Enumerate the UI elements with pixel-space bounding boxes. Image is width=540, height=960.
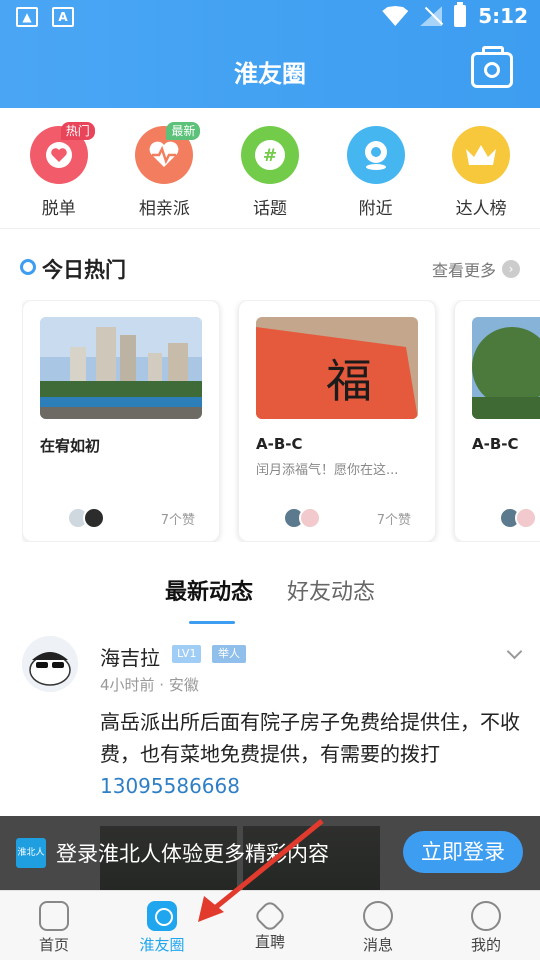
chevron-right-icon: ›: [502, 260, 520, 278]
category-topics[interactable]: # 话题: [220, 120, 320, 220]
svg-text:福: 福: [326, 354, 372, 408]
card-likes: 7个赞: [376, 513, 411, 528]
wifi-icon: [382, 6, 409, 26]
hashtag-icon: #: [240, 126, 299, 184]
hot-cards-carousel[interactable]: 在宥如初 7个赞 福 A-B-C 闰月添福气！愿你在这... 7个赞 A-B-C: [22, 300, 540, 542]
app-logo: 淮北人: [16, 838, 46, 868]
liker-avatars: [283, 507, 321, 529]
handshake-icon: [253, 899, 287, 933]
category-single[interactable]: 热门 脱单: [9, 120, 109, 220]
avatar[interactable]: [22, 636, 78, 692]
category-row: 热门 脱单 最新 相亲派 # 话题 附近 达人榜: [0, 120, 540, 220]
no-signal-icon: [420, 6, 442, 26]
post-body: 高岳派出所后面有院子房子免费给提供住，不收费，也有菜地免费提供，有需要的拨打: [100, 710, 520, 766]
page-title: 淮友圈: [234, 60, 306, 88]
new-badge: 最新: [166, 122, 201, 140]
level-badge: LV1: [172, 645, 202, 663]
nav-home[interactable]: 首页: [0, 891, 108, 960]
app-screen: ▲ A 5:12 淮友圈 热门 脱单 最新 相亲派 # 话题 附近 达人榜 今日…: [0, 0, 540, 960]
category-label: 相亲派: [138, 199, 190, 219]
circle-icon: [147, 901, 177, 931]
nav-label: 淮友圈: [139, 936, 185, 954]
category-label: 达人榜: [455, 199, 507, 219]
login-banner: 淮北人 登录淮北人体验更多精彩内容 立即登录: [0, 816, 540, 890]
hot-card[interactable]: A-B-C: [454, 300, 540, 542]
hot-card[interactable]: 福 A-B-C 闰月添福气！愿你在这... 7个赞: [238, 300, 436, 542]
liker-avatars: [499, 507, 537, 529]
card-likes: 7个赞: [160, 513, 195, 528]
chevron-down-icon[interactable]: [506, 643, 523, 660]
nav-messages[interactable]: 消息: [324, 891, 432, 960]
divider: [0, 228, 540, 229]
card-image: 福: [256, 317, 418, 419]
nav-label: 首页: [38, 936, 69, 954]
card-desc: 闰月添福气！愿你在这...: [256, 463, 399, 478]
status-time: 5:12: [478, 4, 528, 28]
card-image: [40, 317, 202, 419]
status-bar: ▲ A 5:12: [0, 0, 540, 36]
category-nearby[interactable]: 附近: [326, 120, 426, 220]
gallery-notification-icon: ▲: [16, 7, 38, 27]
location-icon: [346, 126, 405, 184]
crown-icon: [452, 126, 511, 184]
card-title: A-B-C: [256, 435, 303, 453]
avatar: [515, 507, 537, 529]
nav-mine[interactable]: 我的: [432, 891, 540, 960]
avatar: [299, 507, 321, 529]
post-author-name[interactable]: 海吉拉: [100, 642, 160, 671]
hot-card[interactable]: 在宥如初 7个赞: [22, 300, 220, 542]
category-label: 话题: [252, 199, 287, 219]
section-dot-icon: [20, 259, 36, 275]
nav-label: 直聘: [254, 933, 285, 951]
hot-section-title: 今日热门: [42, 258, 126, 282]
nav-label: 我的: [470, 936, 501, 954]
svg-text:#: #: [263, 146, 277, 166]
card-title: 在宥如初: [40, 437, 101, 455]
category-ranking[interactable]: 达人榜: [431, 120, 531, 220]
hot-badge: 热门: [60, 122, 95, 140]
bottom-nav: 首页 淮友圈 直聘 消息 我的: [0, 890, 540, 960]
see-more-link[interactable]: 查看更多 ›: [432, 257, 520, 281]
liker-avatars: [67, 507, 105, 529]
nav-label: 消息: [362, 936, 393, 954]
category-label: 附近: [358, 199, 393, 219]
tab-latest[interactable]: 最新动态: [165, 574, 253, 624]
camera-icon[interactable]: [471, 46, 513, 88]
card-title: A-B-C: [472, 435, 519, 453]
login-button[interactable]: 立即登录: [403, 831, 523, 873]
header: ▲ A 5:12 淮友圈: [0, 0, 540, 108]
login-banner-text: 登录淮北人体验更多精彩内容: [56, 842, 329, 866]
nav-circle[interactable]: 淮友圈: [108, 891, 216, 960]
feed-tabs: 最新动态 好友动态: [0, 574, 540, 624]
post-meta: 4小时前 · 安徽: [100, 676, 199, 694]
card-image: [472, 317, 540, 419]
see-more-label: 查看更多: [431, 261, 496, 280]
role-badge: 举人: [212, 645, 246, 663]
tab-friends[interactable]: 好友动态: [287, 574, 375, 614]
category-matchmaking[interactable]: 最新 相亲派: [114, 120, 214, 220]
avatar: [83, 507, 105, 529]
category-label: 脱单: [41, 199, 76, 219]
profile-icon: [471, 901, 501, 931]
message-icon: [363, 901, 393, 931]
nav-jobs[interactable]: 直聘: [216, 891, 324, 960]
post-phone-link[interactable]: 13095586668: [100, 774, 240, 798]
home-icon: [39, 901, 69, 931]
hot-section-header: 今日热门 查看更多 ›: [20, 254, 520, 282]
battery-icon: [454, 2, 467, 27]
post-text: 高岳派出所后面有院子房子免费给提供住，不收费，也有菜地免费提供，有需要的拨打 1…: [100, 706, 520, 802]
app-notification-icon: A: [52, 7, 74, 27]
